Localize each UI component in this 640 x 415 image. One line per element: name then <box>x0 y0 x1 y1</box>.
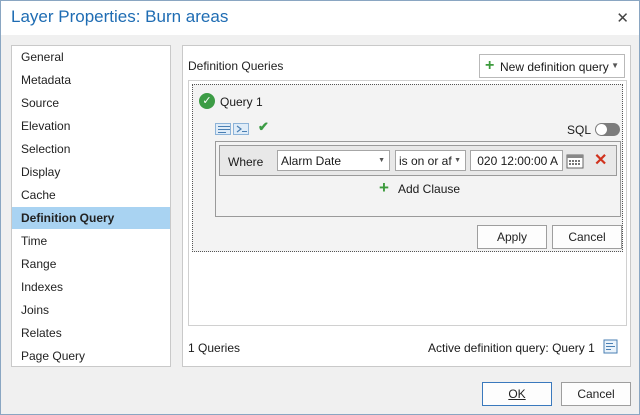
clause-row: Where Alarm Date ▼ is on or af ▼ 020 12:… <box>219 145 617 176</box>
layer-properties-dialog: Layer Properties: Burn areas ✕ General M… <box>0 0 640 415</box>
close-icon[interactable]: ✕ <box>616 9 629 27</box>
sidebar-item-general[interactable]: General <box>12 46 170 68</box>
definition-query-panel: Definition Queries + New definition quer… <box>182 45 631 367</box>
query-name[interactable]: Query 1 <box>220 95 263 109</box>
sidebar-item-metadata[interactable]: Metadata <box>12 69 170 91</box>
sql-mode-icon[interactable] <box>233 123 249 135</box>
date-value-text: 020 12:00:00 A <box>477 154 558 168</box>
sidebar-item-cache[interactable]: Cache <box>12 184 170 206</box>
clause-mode-icon[interactable] <box>215 123 231 135</box>
toggle-knob <box>596 124 607 135</box>
ok-button[interactable]: OK <box>482 382 552 406</box>
sidebar-item-source[interactable]: Source <box>12 92 170 114</box>
verify-check-icon[interactable]: ✔ <box>258 119 269 135</box>
sidebar-item-selection[interactable]: Selection <box>12 138 170 160</box>
dialog-title: Layer Properties: Burn areas <box>11 7 229 26</box>
active-query-text: Active definition query: Query 1 <box>428 341 595 355</box>
sidebar-item-time[interactable]: Time <box>12 230 170 252</box>
query-card: ✓ Query 1 ✔ SQL Where Alarm Date ▼ is on… <box>192 84 623 252</box>
cancel-button[interactable]: Cancel <box>561 382 631 406</box>
sidebar-item-elevation[interactable]: Elevation <box>12 115 170 137</box>
field-select[interactable]: Alarm Date ▼ <box>277 150 390 171</box>
add-clause-label: Add Clause <box>398 182 461 196</box>
sql-label: SQL <box>567 123 592 137</box>
operator-select[interactable]: is on or af ▼ <box>395 150 466 171</box>
new-definition-query-label: New definition query <box>500 60 609 74</box>
apply-button[interactable]: Apply <box>477 225 547 249</box>
section-label: Definition Queries <box>188 59 284 73</box>
check-circle-icon: ✓ <box>199 93 215 109</box>
sidebar-item-relates[interactable]: Relates <box>12 322 170 344</box>
plus-icon: + <box>485 57 495 74</box>
sidebar-item-definition-query[interactable]: Definition Query <box>12 207 170 229</box>
delete-icon[interactable]: ✕ <box>594 150 607 170</box>
date-value-input[interactable]: 020 12:00:00 A <box>470 150 563 171</box>
query-cancel-button[interactable]: Cancel <box>552 225 622 249</box>
title-bar: Layer Properties: Burn areas ✕ <box>1 1 639 35</box>
plus-icon: + <box>379 178 389 197</box>
chevron-down-icon: ▼ <box>378 157 385 164</box>
sidebar-item-indexes[interactable]: Indexes <box>12 276 170 298</box>
new-definition-query-button[interactable]: + New definition query ▼ <box>479 54 625 78</box>
sidebar: General Metadata Source Elevation Select… <box>11 45 171 367</box>
sidebar-item-range[interactable]: Range <box>12 253 170 275</box>
ok-label: OK <box>508 387 526 401</box>
chevron-down-icon: ▼ <box>454 157 461 164</box>
where-label: Where <box>228 155 264 169</box>
query-list: ✓ Query 1 ✔ SQL Where Alarm Date ▼ is on… <box>188 80 627 326</box>
operator-select-value: is on or af <box>399 154 452 168</box>
sidebar-item-display[interactable]: Display <box>12 161 170 183</box>
active-query-icon[interactable] <box>603 339 618 354</box>
calendar-icon[interactable] <box>566 153 584 169</box>
add-clause-button[interactable]: + Add Clause <box>379 178 479 200</box>
sidebar-item-page-query[interactable]: Page Query <box>12 345 170 367</box>
sidebar-item-joins[interactable]: Joins <box>12 299 170 321</box>
sql-toggle[interactable] <box>595 123 620 136</box>
chevron-down-icon: ▼ <box>611 61 619 70</box>
clause-container: Where Alarm Date ▼ is on or af ▼ 020 12:… <box>215 141 621 217</box>
query-count: 1 Queries <box>188 341 241 355</box>
field-select-value: Alarm Date <box>281 154 342 168</box>
